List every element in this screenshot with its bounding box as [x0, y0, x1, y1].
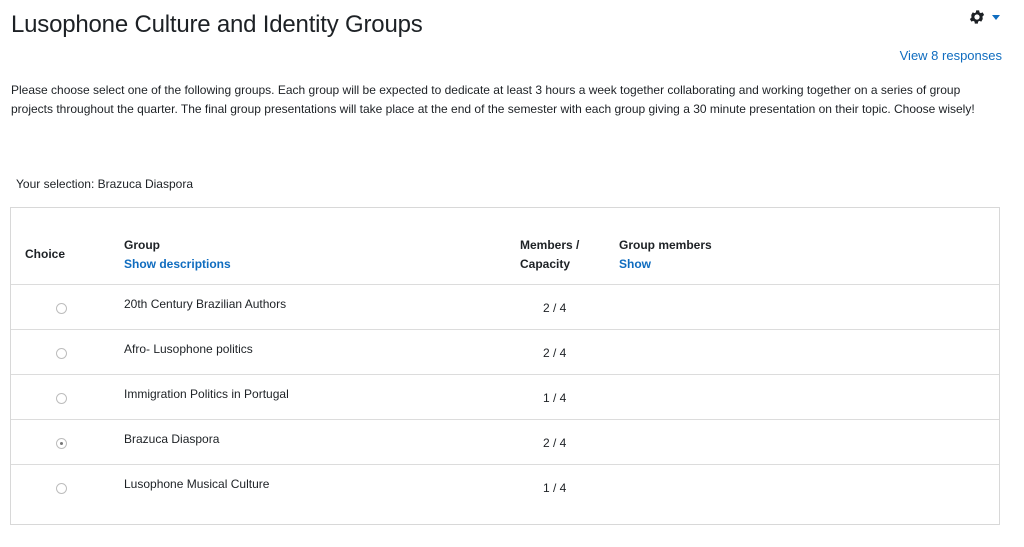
show-members-link[interactable]: Show [619, 255, 712, 274]
group-name: Afro- Lusophone politics [124, 342, 253, 356]
header-group: Group Show descriptions [124, 236, 231, 274]
group-choice-table: Choice Group Show descriptions Members /… [10, 207, 1000, 525]
page-title: Lusophone Culture and Identity Groups [11, 11, 423, 38]
group-radio[interactable] [56, 438, 67, 449]
header-choice: Choice [25, 247, 66, 261]
group-radio[interactable] [56, 348, 67, 359]
group-count: 2 / 4 [543, 301, 567, 315]
table-row[interactable]: Lusophone Musical Culture 1 / 4 [11, 465, 999, 510]
group-count: 2 / 4 [543, 346, 567, 360]
table-header: Choice Group Show descriptions Members /… [11, 208, 999, 285]
view-responses-link[interactable]: View 8 responses [900, 48, 1002, 63]
group-count: 2 / 4 [543, 436, 567, 450]
group-count: 1 / 4 [543, 481, 567, 495]
header-group-label: Group [124, 238, 160, 252]
table-row[interactable]: Brazuca Diaspora 2 / 4 [11, 420, 999, 465]
gear-icon[interactable] [968, 8, 986, 26]
header-group-members-label: Group members [619, 238, 712, 252]
header-members-capacity: Members / Capacity [520, 236, 579, 274]
group-name: 20th Century Brazilian Authors [124, 297, 287, 311]
group-radio[interactable] [56, 303, 67, 314]
header-members-label: Members / [520, 238, 580, 252]
your-selection: Your selection: Brazuca Diaspora [16, 177, 193, 191]
group-count: 1 / 4 [543, 391, 567, 405]
intro-text: Please choose select one of the followin… [11, 83, 975, 116]
group-radio[interactable] [56, 393, 67, 404]
settings-menu[interactable] [968, 8, 1000, 26]
group-name: Lusophone Musical Culture [124, 477, 270, 491]
group-name: Brazuca Diaspora [124, 432, 220, 446]
table-row[interactable]: 20th Century Brazilian Authors 2 / 4 [11, 285, 999, 330]
header-group-members: Group members Show [619, 236, 712, 274]
table-row[interactable]: Immigration Politics in Portugal 1 / 4 [11, 375, 999, 420]
header-capacity-label: Capacity [520, 257, 571, 271]
show-descriptions-link[interactable]: Show descriptions [124, 255, 231, 274]
group-name: Immigration Politics in Portugal [124, 387, 289, 401]
caret-down-icon[interactable] [992, 14, 1000, 20]
group-radio[interactable] [56, 483, 67, 494]
table-row[interactable]: Afro- Lusophone politics 2 / 4 [11, 330, 999, 375]
